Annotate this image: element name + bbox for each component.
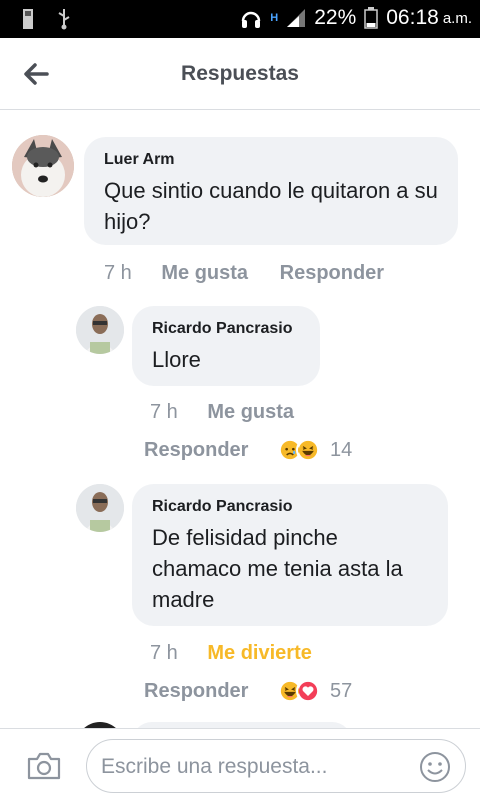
reaction-count: 14 bbox=[330, 438, 353, 461]
page-title: Respuestas bbox=[181, 62, 299, 85]
comment-actions: 7 h Me gusta Responder bbox=[104, 262, 384, 285]
comment-author[interactable]: Luer Arm bbox=[104, 151, 438, 169]
signal-icon bbox=[287, 9, 306, 27]
status-bar: H 22% 06:18 a.m. bbox=[0, 0, 480, 38]
reply-input[interactable]: Escribe una respuesta... bbox=[86, 739, 466, 793]
avatar[interactable] bbox=[76, 306, 124, 354]
clock-ampm: a.m. bbox=[442, 9, 472, 27]
comment-text: Que sintio cuando le quitaron a su hijo? bbox=[104, 178, 438, 234]
reply-button[interactable]: Responder bbox=[144, 439, 248, 462]
comment-text: De felisidad pinche chamaco me tenia ast… bbox=[152, 525, 403, 612]
haha-reaction-icon bbox=[296, 438, 320, 462]
comment-bubble[interactable]: Ricardo Pancrasio De felisidad pinche ch… bbox=[132, 484, 448, 626]
reactions-summary[interactable]: 14 bbox=[278, 438, 352, 462]
like-button[interactable]: Me gusta bbox=[207, 401, 294, 423]
clock: 06:18 bbox=[386, 6, 439, 29]
comment-text: Llore bbox=[152, 347, 201, 372]
camera-icon[interactable] bbox=[26, 751, 62, 781]
reactions-summary[interactable]: 57 bbox=[278, 679, 352, 703]
battery-percent: 22% bbox=[314, 6, 357, 29]
comment-actions: 7 h Me gusta bbox=[150, 401, 294, 424]
dog-avatar-icon bbox=[12, 135, 74, 197]
sd-card-icon bbox=[23, 9, 33, 29]
love-reaction-icon bbox=[296, 679, 320, 703]
headphones-icon bbox=[242, 11, 261, 28]
comment-time: 7 h bbox=[150, 401, 178, 423]
haha-reaction-button[interactable]: Me divierte bbox=[207, 642, 311, 664]
comment-author[interactable]: Ricardo Pancrasio bbox=[152, 498, 428, 516]
person-avatar-icon bbox=[76, 306, 124, 354]
network-type: H bbox=[270, 12, 279, 24]
comment-bubble[interactable]: Luer Arm Que sintio cuando le quitaron a… bbox=[84, 137, 458, 245]
avatar[interactable] bbox=[76, 484, 124, 532]
avatar[interactable] bbox=[12, 135, 74, 197]
reply-button[interactable]: Responder bbox=[144, 680, 248, 703]
comment-bubble[interactable]: Ricardo Pancrasio Llore bbox=[132, 306, 320, 386]
person-avatar-icon bbox=[76, 484, 124, 532]
comment-time: 7 h bbox=[104, 262, 132, 284]
like-button[interactable]: Me gusta bbox=[161, 262, 248, 284]
comment-actions: 7 h Me divierte bbox=[150, 642, 312, 665]
comment-author[interactable]: Ricardo Pancrasio bbox=[152, 320, 300, 338]
reaction-count: 57 bbox=[330, 679, 353, 702]
reply-composer: Escribe una respuesta... bbox=[0, 728, 480, 800]
emoji-icon[interactable] bbox=[419, 751, 451, 783]
battery-icon bbox=[364, 7, 378, 29]
usb-icon bbox=[58, 9, 70, 30]
comment-time: 7 h bbox=[150, 642, 178, 664]
header: Respuestas bbox=[0, 38, 480, 110]
reply-button[interactable]: Responder bbox=[280, 262, 384, 284]
reply-input-placeholder: Escribe una respuesta... bbox=[101, 755, 328, 778]
